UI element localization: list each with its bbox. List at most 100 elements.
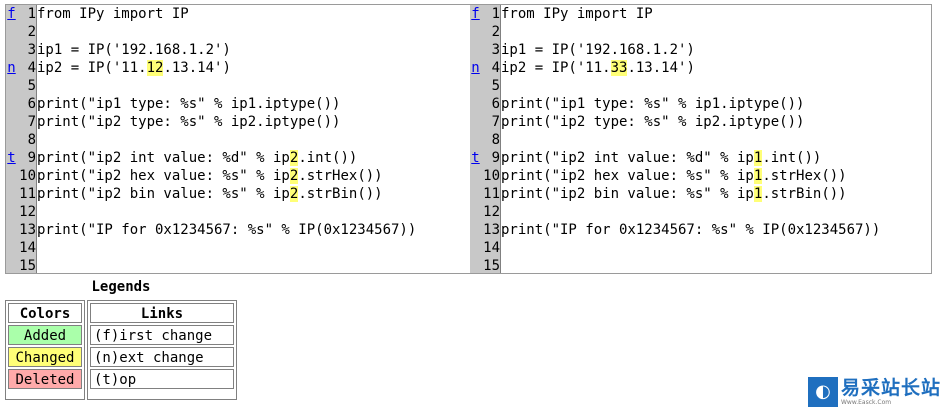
next-change-legend: (n)ext change	[90, 347, 234, 367]
left-nav-link-n[interactable]: n	[7, 59, 16, 77]
code-text: ip1 = IP('192.168.1.2')	[501, 41, 695, 59]
code-text: print("ip2 bin value: %s" % ip1.strBin()…	[501, 185, 847, 203]
code-text: print("ip2 bin value: %s" % ip2.strBin()…	[37, 185, 383, 203]
code-segment: print("ip2 hex value: %s" % ip	[37, 168, 290, 184]
code-text: ip2 = IP('11.33.13.14')	[501, 59, 695, 77]
changed-text: 12	[146, 60, 164, 76]
line-number: 6	[491, 96, 500, 112]
left-line-6: 6 print("ip1 type: %s" % ip1.iptype())	[6, 95, 470, 113]
line-number: 5	[491, 78, 500, 94]
code-text: print("ip2 type: %s" % ip2.iptype())	[37, 113, 340, 131]
line-number: 10	[483, 168, 500, 184]
line-number: 10	[19, 168, 36, 184]
right-line-15: 15	[470, 257, 932, 275]
line-number: 7	[27, 114, 36, 130]
code-segment: ip2 = IP('11.	[501, 60, 611, 76]
line-number: 9	[27, 150, 36, 166]
left-line-9: t 9 print("ip2 int value: %d" % ip2.int())	[6, 149, 470, 167]
code-segment: .13.14')	[163, 60, 231, 76]
left-line-1: f 1 from IPy import IP	[6, 5, 470, 23]
right-line-11: 11 print("ip2 bin value: %s" % ip1.strBin…	[470, 185, 932, 203]
added-legend: Added	[8, 325, 82, 345]
line-number: 11	[483, 186, 500, 202]
line-number: 11	[19, 186, 36, 202]
left-nav-link-t[interactable]: t	[7, 149, 16, 167]
line-number: 2	[491, 24, 500, 40]
code-segment: ip2 = IP('11.	[37, 60, 147, 76]
right-line-1: f 1 from IPy import IP	[470, 5, 932, 23]
line-number: 15	[19, 258, 36, 274]
right-nav-link-t[interactable]: t	[471, 149, 480, 167]
top-legend: (t)op	[90, 369, 234, 389]
code-segment: .strBin())	[762, 186, 847, 202]
left-line-11: 11 print("ip2 bin value: %s" % ip2.strBin…	[6, 185, 470, 203]
legends-title: Legends	[91, 279, 151, 295]
right-line-13: 13 print("IP for 0x1234567: %s" % IP(0x12…	[470, 221, 932, 239]
code-segment: ip1 = IP('192.168.1.2')	[37, 42, 231, 58]
line-number: 6	[27, 96, 36, 112]
code-text: ip2 = IP('11.12.13.14')	[37, 59, 231, 77]
code-text: print("ip2 type: %s" % ip2.iptype())	[501, 113, 804, 131]
line-number: 5	[27, 78, 36, 94]
code-segment: from IPy import IP	[37, 6, 189, 22]
logo-mark-icon: ◐	[808, 377, 838, 407]
right-line-8: 8	[470, 131, 932, 149]
colors-legend: Colors Added Changed Deleted	[5, 300, 85, 400]
right-nav-link-n[interactable]: n	[471, 59, 480, 77]
code-segment: .int())	[298, 150, 358, 166]
code-segment: print("ip2 int value: %d" % ip	[501, 150, 754, 166]
code-segment: print("IP for 0x1234567: %s" % IP(0x1234…	[501, 222, 881, 238]
code-segment: .strHex())	[298, 168, 383, 184]
code-segment: print("ip1 type: %s" % ip1.iptype())	[37, 96, 341, 112]
line-number: 4	[27, 60, 36, 76]
deleted-legend: Deleted	[8, 369, 82, 389]
left-nav-link-f[interactable]: f	[7, 5, 16, 23]
line-number: 14	[483, 240, 500, 256]
left-line-15: 15	[6, 257, 470, 275]
code-text: print("ip2 int value: %d" % ip2.int())	[37, 149, 357, 167]
left-line-13: 13 print("IP for 0x1234567: %s" % IP(0x12…	[6, 221, 470, 239]
diff-table: f 1 from IPy import IP 2 3 ip1 = IP('192.168.…	[5, 4, 932, 274]
code-text: print("ip1 type: %s" % ip1.iptype())	[37, 95, 340, 113]
logo-subtext: Www.Easck.Com	[841, 399, 892, 406]
right-line-4: n 4 ip2 = IP('11.33.13.14')	[470, 59, 932, 77]
line-number: 13	[483, 222, 500, 238]
line-number: 13	[19, 222, 36, 238]
code-segment: print("ip2 hex value: %s" % ip	[501, 168, 754, 184]
code-text: print("ip2 hex value: %s" % ip2.strHex()…	[37, 167, 383, 185]
code-text: print("IP for 0x1234567: %s" % IP(0x1234…	[501, 221, 880, 239]
code-text: print("IP for 0x1234567: %s" % IP(0x1234…	[37, 221, 416, 239]
line-number: 8	[491, 132, 500, 148]
left-line-10: 10 print("ip2 hex value: %s" % ip2.strHex…	[6, 167, 470, 185]
first-change-legend: (f)irst change	[90, 325, 234, 345]
line-number: 7	[491, 114, 500, 130]
left-line-8: 8	[6, 131, 470, 149]
code-text: ip1 = IP('192.168.1.2')	[37, 41, 231, 59]
left-line-14: 14	[6, 239, 470, 257]
line-number: 14	[19, 240, 36, 256]
right-line-6: 6 print("ip1 type: %s" % ip1.iptype())	[470, 95, 932, 113]
code-segment: print("ip2 bin value: %s" % ip	[501, 186, 754, 202]
legends: Legends Colors Added Changed Deleted Lin…	[5, 278, 237, 400]
right-nav-link-f[interactable]: f	[471, 5, 480, 23]
line-number: 3	[491, 42, 500, 58]
line-number: 8	[27, 132, 36, 148]
code-segment: print("ip2 bin value: %s" % ip	[37, 186, 290, 202]
links-legend: Links (f)irst change (n)ext change (t)op	[87, 300, 237, 400]
code-segment: print("ip2 type: %s" % ip2.iptype())	[37, 114, 341, 130]
left-line-2: 2	[6, 23, 470, 41]
right-pane: f 1 from IPy import IP 2 3 ip1 = IP('192.168.…	[470, 5, 932, 275]
code-text: from IPy import IP	[501, 5, 653, 23]
code-segment: .int())	[762, 150, 822, 166]
code-segment: print("ip2 int value: %d" % ip	[37, 150, 290, 166]
left-line-4: n 4 ip2 = IP('11.12.13.14')	[6, 59, 470, 77]
site-logo[interactable]: ◐ 易采站长站 Www.Easck.Com	[808, 377, 942, 409]
code-segment: from IPy import IP	[501, 6, 653, 22]
code-segment: print("IP for 0x1234567: %s" % IP(0x1234…	[37, 222, 417, 238]
logo-text: 易采站长站	[841, 377, 942, 399]
line-number: 12	[19, 204, 36, 220]
right-line-5: 5	[470, 77, 932, 95]
line-number: 1	[491, 6, 500, 22]
line-number: 3	[27, 42, 36, 58]
right-line-10: 10 print("ip2 hex value: %s" % ip1.strHex…	[470, 167, 932, 185]
